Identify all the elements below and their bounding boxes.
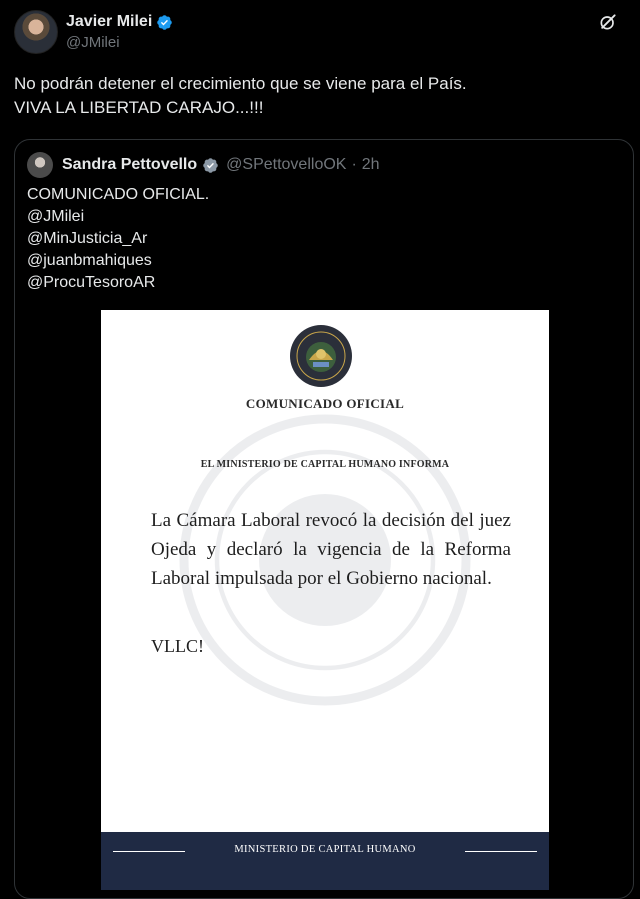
verified-badge-icon xyxy=(157,14,173,30)
author-name-row: Javier Milei xyxy=(66,13,173,31)
quoted-header: Sandra Pettovello @SPettovelloOK · 2h xyxy=(27,152,380,178)
tweet-text: No podrán detener el crecimiento que se … xyxy=(14,72,626,120)
author-avatar[interactable] xyxy=(14,10,58,54)
document-subtitle: EL MINISTERIO DE CAPITAL HUMANO INFORMA xyxy=(200,459,450,470)
attached-document-image[interactable]: COMUNICADO OFICIAL EL MINISTERIO DE CAPI… xyxy=(101,310,549,890)
quoted-tweet[interactable]: Sandra Pettovello @SPettovelloOK · 2h CO… xyxy=(14,139,634,899)
document-body: La Cámara Laboral revocó la decisión del… xyxy=(151,510,511,589)
document-footer-text: MINISTERIO DE CAPITAL HUMANO xyxy=(234,844,416,855)
tweet-line: No podrán detener el crecimiento que se … xyxy=(14,74,467,93)
quoted-handle: @SPettovelloOK xyxy=(226,156,347,173)
document-sign-off: VLLC! xyxy=(151,636,204,656)
author-display-name[interactable]: Javier Milei xyxy=(66,13,152,31)
quoted-display-name: Sandra Pettovello xyxy=(62,156,198,173)
document-footer: MINISTERIO DE CAPITAL HUMANO xyxy=(101,832,549,890)
tweet-header: Javier Milei @JMilei xyxy=(14,10,626,56)
quoted-mention[interactable]: @JMilei xyxy=(27,206,617,228)
author-handle[interactable]: @JMilei xyxy=(66,34,120,51)
quoted-mention[interactable]: @MinJusticia_Ar xyxy=(27,228,617,250)
quoted-time[interactable]: 2h xyxy=(362,156,380,174)
quoted-mention[interactable]: @juanbmahiques xyxy=(27,250,617,272)
grok-icon[interactable] xyxy=(598,12,618,32)
tweet-line: VIVA LA LIBERTAD CARAJO...!!! xyxy=(14,98,264,117)
document-title: COMUNICADO OFICIAL xyxy=(245,396,405,411)
ministry-seal-icon xyxy=(290,325,352,387)
quoted-avatar xyxy=(27,152,53,178)
quoted-mention[interactable]: @ProcuTesoroAR xyxy=(27,272,617,294)
quoted-text: COMUNICADO OFICIAL. @JMilei @MinJusticia… xyxy=(27,184,617,294)
quoted-line: COMUNICADO OFICIAL. xyxy=(27,186,210,203)
verified-badge-icon xyxy=(203,157,218,173)
quoted-separator: · xyxy=(351,156,357,173)
